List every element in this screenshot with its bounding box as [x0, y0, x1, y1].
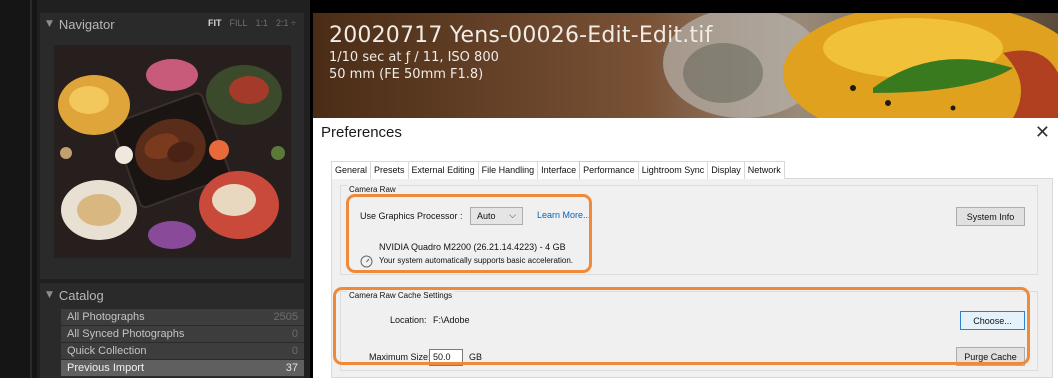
catalog-item-quick-collection[interactable]: Quick Collection 0: [61, 343, 304, 360]
photo-preview: 20020717 Yens-00026-Edit-Edit.tif 1/10 s…: [313, 13, 1058, 118]
preferences-dialog: Preferences ✕ General Presets External E…: [313, 118, 1058, 378]
system-info-button[interactable]: System Info: [956, 207, 1025, 226]
catalog-panel: ▼ Catalog All Photographs 2505 All Synce…: [40, 283, 304, 378]
gpu-label: Use Graphics Processor :: [360, 211, 463, 221]
photo-info-overlay: 20020717 Yens-00026-Edit-Edit.tif 1/10 s…: [329, 23, 713, 82]
max-size-label: Maximum Size:: [369, 352, 431, 362]
left-panel-edge: [0, 0, 37, 378]
dialog-title: Preferences: [321, 124, 402, 141]
catalog-item-all-synced[interactable]: All Synced Photographs 0: [61, 326, 304, 343]
camera-raw-group: Camera Raw Use Graphics Processor : Auto…: [340, 185, 1038, 275]
collapse-triangle-icon[interactable]: ▼: [46, 290, 53, 300]
catalog-item-label: Quick Collection: [67, 345, 147, 357]
gpu-select-value: Auto: [477, 211, 496, 221]
tab-file-handling[interactable]: File Handling: [477, 161, 539, 179]
purge-cache-button[interactable]: Purge Cache: [956, 347, 1025, 366]
photo-exposure: 1/10 sec at ƒ / 11, ISO 800: [329, 50, 499, 65]
preferences-tabs: General Presets External Editing File Ha…: [331, 161, 1053, 180]
left-panel: ▼ Navigator FIT FILL 1:1 2:1 ÷ ▼ Catalog…: [0, 0, 310, 378]
catalog-item-all-photographs[interactable]: All Photographs 2505: [61, 309, 304, 326]
photo-filename: 20020717 Yens-00026-Edit-Edit.tif: [329, 23, 713, 48]
cache-group-label: Camera Raw Cache Settings: [347, 291, 455, 300]
navigator-panel: ▼ Navigator FIT FILL 1:1 2:1 ÷: [40, 13, 304, 279]
tab-presets[interactable]: Presets: [370, 161, 409, 179]
catalog-item-label: All Photographs: [67, 311, 145, 323]
catalog-item-label: All Synced Photographs: [67, 328, 185, 340]
camera-raw-group-label: Camera Raw: [347, 185, 398, 194]
performance-tab-content: Camera Raw Use Graphics Processor : Auto…: [331, 179, 1053, 378]
zoom-fit[interactable]: FIT: [208, 18, 222, 28]
tab-interface[interactable]: Interface: [537, 161, 581, 179]
photo-lens: 50 mm (FE 50mm F1.8): [329, 67, 484, 82]
location-label: Location:: [390, 315, 427, 325]
tab-display[interactable]: Display: [707, 161, 745, 179]
learn-more-link[interactable]: Learn More...: [537, 210, 591, 220]
max-size-unit: GB: [469, 352, 483, 362]
cache-settings-group: Camera Raw Cache Settings Location: F:\A…: [340, 291, 1038, 371]
navigator-header[interactable]: ▼ Navigator FIT FILL 1:1 2:1 ÷: [40, 13, 304, 35]
tab-network[interactable]: Network: [743, 161, 785, 179]
zoom-options: FIT FILL 1:1 2:1 ÷: [208, 18, 296, 28]
max-size-input[interactable]: 50.0: [429, 349, 463, 366]
navigator-title: Navigator: [58, 16, 115, 32]
gpu-status: Your system automatically supports basic…: [379, 256, 574, 265]
navigator-preview-image[interactable]: [54, 45, 291, 258]
tab-lightroom-sync[interactable]: Lightroom Sync: [637, 161, 709, 179]
chevron-down-icon: ⌵: [509, 210, 516, 220]
gauge-icon: [360, 255, 373, 268]
catalog-item-count: 37: [285, 362, 298, 374]
gpu-name: NVIDIA Quadro M2200 (26.21.14.4223) - 4 …: [379, 242, 566, 252]
catalog-item-count: 0: [291, 345, 298, 357]
zoom-1-1[interactable]: 1:1: [256, 18, 269, 28]
zoom-2-1[interactable]: 2:1 ÷: [276, 18, 296, 28]
catalog-item-count: 0: [291, 328, 298, 340]
gpu-select[interactable]: Auto ⌵: [470, 207, 523, 225]
location-value: F:\Adobe: [433, 315, 470, 325]
catalog-header[interactable]: ▼ Catalog: [40, 285, 304, 305]
catalog-item-label: Previous Import: [67, 362, 145, 374]
tab-performance[interactable]: Performance: [579, 161, 639, 180]
catalog-item-previous-import[interactable]: Previous Import 37: [61, 360, 304, 377]
tab-external-editing[interactable]: External Editing: [407, 161, 479, 179]
close-icon[interactable]: ✕: [1035, 122, 1050, 143]
catalog-item-count: 2505: [273, 311, 298, 323]
choose-button[interactable]: Choose...: [960, 311, 1025, 330]
zoom-fill[interactable]: FILL: [230, 18, 248, 28]
collapse-triangle-icon[interactable]: ▼: [46, 19, 53, 29]
catalog-title: Catalog: [58, 287, 104, 303]
tab-general[interactable]: General: [331, 161, 372, 179]
food-photo-thumbnail: [54, 45, 291, 258]
catalog-list: All Photographs 2505 All Synced Photogra…: [61, 309, 304, 377]
